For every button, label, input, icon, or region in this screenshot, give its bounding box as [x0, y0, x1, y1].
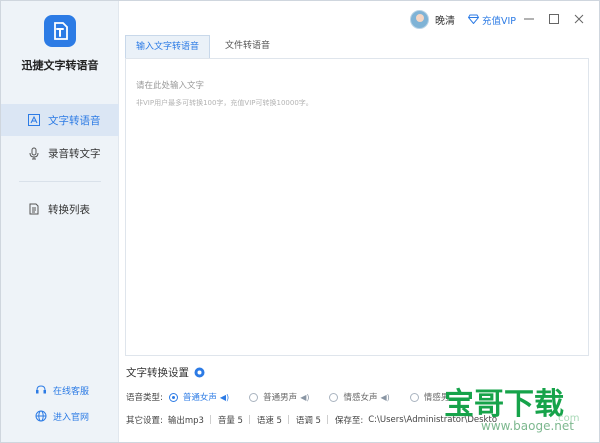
avatar [410, 10, 429, 29]
other-settings-label: 其它设置: [126, 416, 163, 426]
sidebar-item-label: 转换列表 [48, 203, 90, 216]
official-site-label: 进入官网 [53, 412, 90, 423]
voice-option-label: 普通男声 [263, 393, 298, 403]
app-window: 迅捷文字转语音 文字转语音 录音转文字 转换列表 在线客服 进入官网 晚清 充值… [0, 0, 600, 443]
speaker-icon[interactable]: ◀) [220, 393, 229, 402]
sidebar-item-speech-to-text[interactable]: 录音转文字 [1, 137, 119, 169]
sidebar: 迅捷文字转语音 文字转语音 录音转文字 转换列表 在线客服 进入官网 [1, 1, 119, 442]
save-to-label: 保存至: [334, 416, 364, 426]
globe-icon [34, 410, 47, 423]
app-title: 迅捷文字转语音 [21, 59, 99, 72]
radio-icon [409, 392, 419, 402]
online-support-label: 在线客服 [53, 386, 90, 397]
divider: | [286, 415, 290, 425]
divider: | [325, 415, 329, 425]
gear-icon[interactable] [193, 366, 206, 379]
text-icon [27, 113, 41, 127]
sidebar-item-conversion-list[interactable]: 转换列表 [1, 193, 119, 225]
online-support-link[interactable]: 在线客服 [1, 381, 119, 399]
input-placeholder: 请在此处输入文字 [136, 81, 205, 91]
voice-option-male-normal[interactable]: 普通男声 ◀) [249, 391, 309, 403]
settings-header: 文字转换设置 [126, 365, 206, 380]
microphone-icon [27, 146, 41, 160]
pitch-setting[interactable]: 语调 5 [296, 414, 321, 426]
watermark-logo: 宝哥下载 [444, 387, 564, 422]
recharge-vip-label: 充值VIP [482, 16, 517, 27]
top-bar: 晚清 充值VIP [120, 1, 600, 37]
voice-type-label: 语音类型: [126, 393, 163, 403]
sidebar-divider [19, 181, 101, 182]
sidebar-item-label: 录音转文字 [48, 147, 101, 160]
list-icon [27, 202, 41, 216]
tab-text-to-speech[interactable]: 输入文字转语音 [125, 35, 211, 58]
voice-option-label: 情感女声 [343, 393, 378, 403]
maximize-icon[interactable] [547, 12, 561, 26]
divider: | [208, 415, 212, 425]
official-site-link[interactable]: 进入官网 [1, 407, 119, 425]
headset-icon [34, 384, 47, 397]
close-icon[interactable] [572, 12, 586, 26]
diamond-icon [467, 14, 480, 27]
tab-file-to-speech[interactable]: 文件转语音 [215, 35, 280, 58]
divider: | [247, 415, 251, 425]
radio-icon [329, 392, 339, 402]
voice-option-female-normal[interactable]: 普通女声 ◀) [168, 391, 229, 403]
document-logo-icon [44, 15, 76, 47]
recharge-vip-button[interactable]: 充值VIP [467, 13, 517, 27]
text-input-area[interactable]: 请在此处输入文字 非VIP用户最多可转换100字，充值VIP可转换10000字。 [125, 58, 589, 356]
sidebar-item-text-to-speech[interactable]: 文字转语音 [1, 104, 119, 136]
speaker-icon[interactable]: ◀) [380, 393, 389, 402]
user-profile[interactable]: 晚清 [410, 10, 455, 29]
radio-icon [168, 392, 178, 402]
voice-option-female-emotional[interactable]: 情感女声 ◀) [329, 391, 390, 403]
watermark-url: www.baoge.net [481, 419, 574, 433]
speaker-icon[interactable]: ◀) [300, 393, 309, 402]
username: 晚清 [435, 16, 455, 27]
settings-title: 文字转换设置 [126, 367, 189, 379]
speed-setting[interactable]: 语速 5 [257, 414, 282, 426]
output-format[interactable]: 输出mp3 [168, 414, 204, 426]
voice-type-row: 语音类型: 普通女声 ◀) 普通男声 ◀) 情感女声 ◀) 情感男 [126, 391, 469, 403]
vip-limit-hint: 非VIP用户最多可转换100字，充值VIP可转换10000字。 [136, 99, 313, 107]
minimize-icon[interactable] [522, 12, 536, 26]
volume-setting[interactable]: 音量 5 [218, 414, 243, 426]
sidebar-item-label: 文字转语音 [48, 114, 101, 127]
radio-icon [249, 392, 259, 402]
voice-option-label: 普通女声 [182, 393, 217, 403]
